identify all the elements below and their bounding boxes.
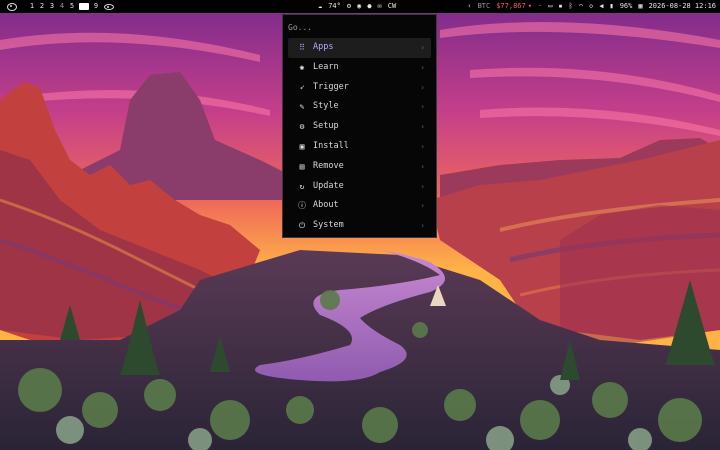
chevron-left-icon[interactable]: ‹ [467, 0, 471, 13]
rocket-icon: ➶ [299, 82, 305, 92]
gear-icon: ⚙ [299, 122, 305, 132]
chevron-right-icon: › [420, 43, 425, 52]
cw-indicator[interactable]: CW [388, 0, 396, 13]
calendar-icon[interactable]: ▦ [638, 0, 642, 13]
wifi-icon[interactable]: ◠ [579, 0, 583, 13]
menu-item-label: Install [313, 140, 349, 151]
tray-app-icon[interactable]: ⚙ [347, 0, 351, 13]
chevron-right-icon: › [420, 122, 425, 132]
menu-item-trigger[interactable]: ➶ Trigger › [288, 78, 431, 98]
btc-label: BTC [477, 2, 491, 10]
chevron-right-icon: › [420, 201, 425, 211]
chat-icon[interactable]: ✉ [378, 0, 382, 13]
network-icon[interactable]: ▭ [548, 0, 552, 13]
separator-icon: · [537, 2, 543, 10]
info-icon: ⓘ [298, 201, 306, 211]
shield-icon[interactable]: ◇ [589, 0, 593, 13]
chevron-right-icon: › [420, 102, 425, 112]
trend-down-icon: ▾ [527, 2, 532, 10]
chevron-right-icon: › [420, 141, 425, 151]
chevron-right-icon: › [420, 82, 425, 92]
menu-item-learn[interactable]: ✺ Learn › [288, 58, 431, 78]
menu-item-system[interactable]: ⏻ System › [288, 216, 431, 236]
workspace-9[interactable]: 9 [91, 0, 101, 13]
workspace-5[interactable]: 5 [67, 0, 77, 13]
refresh-icon: ↻ [299, 181, 305, 191]
weather-icon: ☁ [318, 2, 323, 10]
menu-item-label: About [313, 200, 339, 211]
record-icon[interactable] [104, 3, 114, 10]
power-icon: ⏻ [298, 221, 306, 231]
menu-item-remove[interactable]: ▤ Remove › [288, 157, 431, 177]
menu-item-update[interactable]: ↻ Update › [288, 177, 431, 197]
menu-item-style[interactable]: ✎ Style › [288, 97, 431, 117]
menu-item-label: Trigger [313, 81, 349, 92]
volume-icon[interactable]: ◀ [599, 0, 603, 13]
menu-item-label: Update [313, 180, 344, 191]
launcher-menu: ⠿ Apps › ✺ Learn › ➶ Trigger › ✎ Style ›… [282, 14, 437, 238]
distro-logo-icon[interactable] [7, 2, 17, 11]
chevron-right-icon: › [420, 161, 425, 171]
menu-item-label: Style [313, 101, 339, 112]
chevron-right-icon: › [420, 181, 425, 191]
menu-item-label: Setup [313, 121, 339, 132]
battery-percent: 96% [619, 2, 633, 10]
media-icon[interactable]: ◉ [357, 0, 361, 13]
camera-icon[interactable]: ● [367, 0, 371, 13]
active-workspace-indicator-icon[interactable] [79, 3, 89, 10]
grid-icon: ⠿ [299, 43, 305, 52]
workspace-2[interactable]: 2 [37, 0, 47, 13]
menu-item-apps[interactable]: ⠿ Apps › [288, 38, 431, 58]
menu-item-setup[interactable]: ⚙ Setup › [288, 117, 431, 137]
menu-item-label: Apps [313, 42, 334, 52]
workspace-switcher: 1 2 3 4 5 9 [4, 0, 114, 13]
btc-price: $77,867 [496, 2, 526, 10]
launcher-items: ⠿ Apps › ✺ Learn › ➶ Trigger › ✎ Style ›… [288, 38, 431, 236]
menu-item-label: Learn [313, 61, 339, 72]
trash-icon: ▤ [299, 161, 305, 171]
lock-icon[interactable]: ▪ [558, 0, 562, 13]
battery-icon[interactable]: ▮ [609, 0, 613, 13]
center-status: ☁ 74° ⚙ ◉ ● ✉ CW [318, 0, 396, 13]
menu-item-about[interactable]: ⓘ About › [288, 196, 431, 216]
workspace-3[interactable]: 3 [47, 0, 57, 13]
floppy-icon: ▣ [299, 141, 305, 151]
chevron-right-icon: › [420, 221, 425, 231]
clock[interactable]: 2026-08-28 12:16 [649, 0, 716, 13]
chevron-right-icon: › [420, 62, 425, 72]
menu-item-label: System [313, 220, 344, 231]
bluetooth-icon[interactable]: ᛒ [569, 0, 573, 13]
workspace-4[interactable]: 4 [57, 0, 67, 13]
weather-temp: 74° [328, 2, 341, 10]
right-status: ‹ BTC $77,867 ▾ · ▭ ▪ ᛒ ◠ ◇ ◀ ▮ 96% ▦ 20… [467, 0, 716, 13]
brain-icon: ✺ [299, 62, 305, 72]
top-status-bar: 1 2 3 4 5 9 ☁ 74° ⚙ ◉ ● ✉ CW ‹ BTC $77,8… [0, 0, 720, 13]
palette-icon: ✎ [299, 102, 305, 112]
launcher-search-input[interactable] [288, 21, 428, 33]
menu-item-label: Remove [313, 160, 344, 171]
menu-item-install[interactable]: ▣ Install › [288, 137, 431, 157]
workspace-1[interactable]: 1 [27, 0, 37, 13]
